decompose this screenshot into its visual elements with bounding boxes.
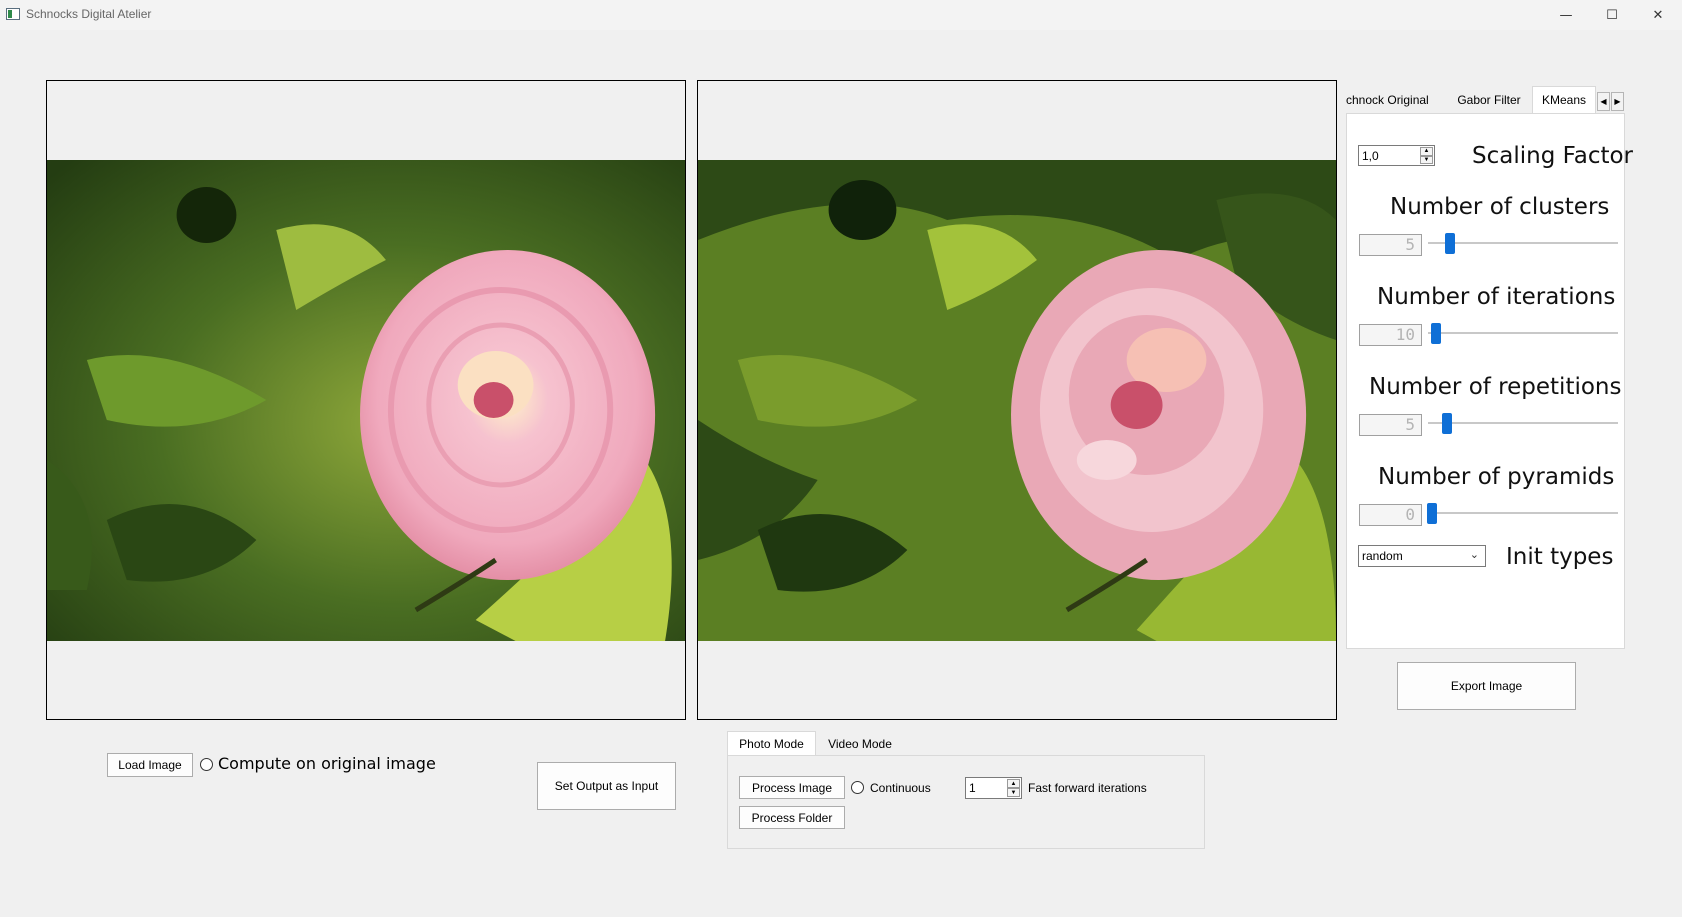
- clusters-value-display: 5: [1359, 234, 1422, 256]
- continuous-radio[interactable]: [851, 781, 864, 794]
- minimize-button[interactable]: —: [1543, 0, 1589, 30]
- spin-down-icon[interactable]: ▼: [1420, 155, 1433, 164]
- iterations-value-display: 10: [1359, 324, 1422, 346]
- iterations-slider-handle[interactable]: [1431, 323, 1441, 344]
- pyramids-slider-handle[interactable]: [1427, 503, 1437, 524]
- repetitions-slider[interactable]: [1428, 422, 1618, 424]
- input-image: [47, 160, 685, 641]
- repetitions-value-display: 5: [1359, 414, 1422, 436]
- chevron-down-icon: ⌄: [1469, 548, 1479, 561]
- photo-mode-page: [727, 755, 1205, 849]
- tab-gabor-filter[interactable]: Gabor Filter: [1446, 86, 1532, 113]
- repetitions-label: Number of repetitions: [1369, 374, 1622, 400]
- init-type-select[interactable]: random ⌄: [1358, 545, 1486, 567]
- compute-on-original-label: Compute on original image: [218, 754, 436, 773]
- set-output-as-input-button[interactable]: Set Output as Input: [537, 762, 676, 810]
- scaling-factor-spinbox[interactable]: 1,0 ▲ ▼: [1358, 145, 1435, 166]
- output-image: [698, 160, 1336, 641]
- maximize-button[interactable]: ☐: [1589, 0, 1635, 30]
- input-image-view[interactable]: [46, 80, 686, 720]
- title-bar: [0, 0, 1682, 30]
- pyramids-slider[interactable]: [1428, 512, 1618, 514]
- spin-up-icon[interactable]: ▲: [1420, 147, 1433, 156]
- scaling-factor-value: 1,0: [1362, 149, 1379, 163]
- load-image-button[interactable]: Load Image: [107, 753, 193, 777]
- process-folder-button[interactable]: Process Folder: [739, 806, 845, 829]
- repetitions-slider-handle[interactable]: [1442, 413, 1452, 434]
- pyramids-label: Number of pyramids: [1378, 464, 1615, 490]
- compute-on-original-radio[interactable]: [200, 758, 213, 771]
- iterations-slider[interactable]: [1428, 332, 1618, 334]
- clusters-slider-handle[interactable]: [1445, 233, 1455, 254]
- iterations-label: Number of iterations: [1377, 284, 1616, 310]
- tab-video-mode[interactable]: Video Mode: [817, 731, 903, 756]
- tab-photo-mode[interactable]: Photo Mode: [727, 731, 816, 756]
- continuous-label: Continuous: [870, 781, 931, 795]
- process-image-button[interactable]: Process Image: [739, 776, 845, 799]
- tab-schnock-original[interactable]: chnock Original: [1346, 86, 1436, 113]
- clusters-label: Number of clusters: [1390, 194, 1610, 220]
- init-types-label: Init types: [1506, 544, 1614, 570]
- scaling-factor-label: Scaling Factor: [1472, 143, 1634, 169]
- fast-forward-label: Fast forward iterations: [1028, 781, 1147, 795]
- window-title: Schnocks Digital Atelier: [26, 7, 152, 21]
- spin-up-icon[interactable]: ▲: [1007, 779, 1020, 788]
- init-type-value: random: [1362, 549, 1403, 563]
- fast-forward-spinbox[interactable]: 1 ▲ ▼: [965, 777, 1022, 799]
- clusters-slider[interactable]: [1428, 242, 1618, 244]
- spin-down-icon[interactable]: ▼: [1007, 788, 1020, 797]
- close-button[interactable]: ✕: [1635, 0, 1681, 30]
- fast-forward-value: 1: [969, 781, 976, 795]
- tab-scroll-right-icon[interactable]: ▶: [1611, 92, 1624, 111]
- app-icon: [6, 8, 20, 20]
- tab-kmeans[interactable]: KMeans: [1532, 86, 1596, 113]
- export-image-button[interactable]: Export Image: [1397, 662, 1576, 710]
- output-image-view[interactable]: [697, 80, 1337, 720]
- pyramids-value-display: 0: [1359, 504, 1422, 526]
- tab-scroll-left-icon[interactable]: ◀: [1597, 92, 1610, 111]
